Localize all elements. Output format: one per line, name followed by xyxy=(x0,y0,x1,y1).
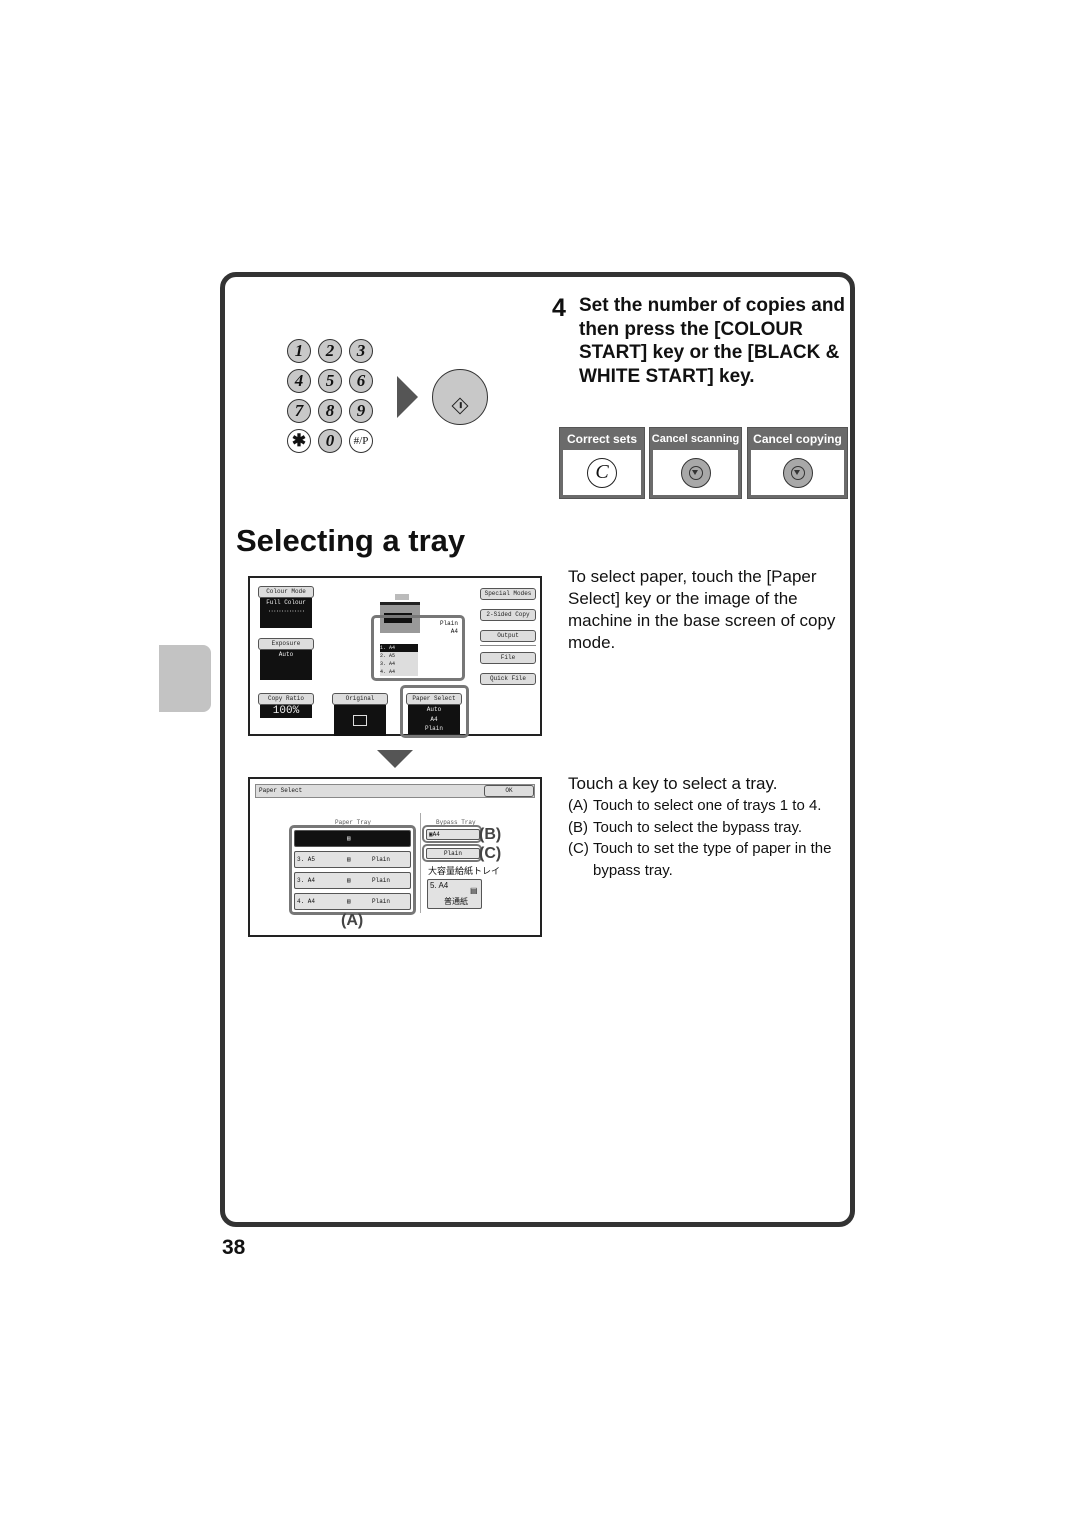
colour-mode-button: Colour Mode xyxy=(258,586,314,598)
content-frame xyxy=(220,272,855,1227)
description-item: (A) Touch to select one of trays 1 to 4. xyxy=(568,797,822,814)
callout-b: (B) xyxy=(479,826,502,843)
paper-select-title: Paper Select xyxy=(259,787,303,794)
machine-tray-list: 1. A4 2. A5 3. A4 4. A4 xyxy=(380,644,418,676)
quick-file-button: Quick File xyxy=(480,673,536,685)
lcc-tray-name: 5. A4 xyxy=(430,881,449,890)
description-item: (B) Touch to select the bypass tray. xyxy=(568,818,802,836)
machine-tray: 1. A4 xyxy=(380,644,418,652)
section-tab xyxy=(159,645,211,712)
scanner-icon xyxy=(395,594,409,600)
start-key xyxy=(432,369,488,425)
callout-c: (C) xyxy=(479,845,502,862)
key-hash-p: #/P xyxy=(349,429,373,453)
key-2: 2 xyxy=(318,339,342,363)
description-tray: Touch a key to select a tray. (A) Touch t… xyxy=(568,773,858,881)
panel-correct-sets: Correct sets C xyxy=(559,427,645,499)
divider xyxy=(480,645,536,646)
output-button: Output xyxy=(480,630,536,642)
key-0: 0 xyxy=(318,429,342,453)
clear-c-icon: C xyxy=(587,457,617,488)
key-asterisk: ✱ xyxy=(287,429,311,453)
exposure-button: Exposure xyxy=(258,638,314,650)
arrow-down-icon xyxy=(377,750,413,768)
lcc-tray-type: 普通紙 xyxy=(444,897,468,906)
panel-title: Correct sets xyxy=(566,432,638,446)
panel-cancel-scanning: Cancel scanning xyxy=(649,427,742,499)
original-page-icon xyxy=(353,715,367,726)
description-item: (C) Touch to set the type of paper in the… xyxy=(568,840,832,879)
stop-icon xyxy=(680,457,711,488)
key-7: 7 xyxy=(287,399,311,423)
key-4: 4 xyxy=(287,369,311,393)
key-6: 6 xyxy=(349,369,373,393)
colour-mode-value: Full Colour ·············· xyxy=(260,598,312,628)
panel-title: Cancel scanning xyxy=(651,433,740,445)
panel-title: Cancel copying xyxy=(753,432,842,446)
bypass-size: A4 xyxy=(450,628,458,635)
tray-icon: ▤ xyxy=(470,886,478,895)
tray-button-selected: ▤ xyxy=(294,830,411,847)
paper-select-titlebar: Paper Select OK xyxy=(255,784,535,798)
key-1: 1 xyxy=(287,339,311,363)
base-screen-illustration: Colour Mode Full Colour ·············· Ex… xyxy=(248,576,542,738)
bypass-type-button: Plain xyxy=(426,848,480,859)
tray-button: 3. A5 ▤ Plain xyxy=(294,851,411,868)
paper-select-line: Plain xyxy=(424,725,443,732)
machine-tray: 4. A4 xyxy=(380,668,418,676)
key-5: 5 xyxy=(318,369,342,393)
exposure-value: Auto xyxy=(260,650,312,680)
bypass-type: Plain xyxy=(439,620,458,627)
original-button: Original xyxy=(332,693,388,705)
divider xyxy=(420,813,421,913)
arrow-right-icon xyxy=(397,376,418,418)
copy-ratio-button: Copy Ratio xyxy=(258,693,314,705)
panel-cancel-copying: Cancel copying xyxy=(747,427,848,499)
original-value xyxy=(334,705,386,736)
tray-button: 4. A4 ▤ Plain xyxy=(294,893,411,910)
tray-button: 3. A4 ▤ Plain xyxy=(294,872,411,889)
step-number: 4 xyxy=(552,294,566,322)
key-8: 8 xyxy=(318,399,342,423)
stop-icon xyxy=(782,457,813,488)
page-number: 38 xyxy=(222,1236,246,1259)
section-heading: Selecting a tray xyxy=(236,523,466,558)
ok-button: OK xyxy=(484,785,534,797)
machine-tray: 2. A5 xyxy=(380,652,418,660)
two-sided-copy-button: 2-Sided Copy xyxy=(480,609,536,621)
machine-bypass-info: Plain A4 xyxy=(422,620,458,636)
key-9: 9 xyxy=(349,399,373,423)
lcc-tray-button: 5. A4 ▤ 普通紙 xyxy=(427,879,482,909)
file-button: File xyxy=(480,652,536,664)
bypass-size-button: ▣ A4 xyxy=(426,829,480,840)
key-3: 3 xyxy=(349,339,373,363)
step-text: Set the number of copies and then press … xyxy=(579,295,846,387)
lcc-label: 大容量給紙トレイ xyxy=(428,866,501,876)
copy-ratio-value: 100% xyxy=(260,705,312,718)
special-modes-button: Special Modes xyxy=(480,588,536,600)
paper-select-line: A4 xyxy=(430,715,438,723)
colour-mode-text: Full Colour xyxy=(266,599,306,606)
machine-tray: 3. A4 xyxy=(380,660,418,668)
paper-select-value: Auto A4 Plain xyxy=(408,705,460,734)
description-paper-select: To select paper, touch the [Paper Select… xyxy=(568,567,836,652)
description-lead: Touch a key to select a tray. xyxy=(568,774,778,793)
paper-select-line: Auto xyxy=(426,706,442,713)
callout-a: (A) xyxy=(341,912,364,929)
start-diamond-icon xyxy=(451,397,469,415)
paper-select-button: Paper Select xyxy=(406,693,462,705)
